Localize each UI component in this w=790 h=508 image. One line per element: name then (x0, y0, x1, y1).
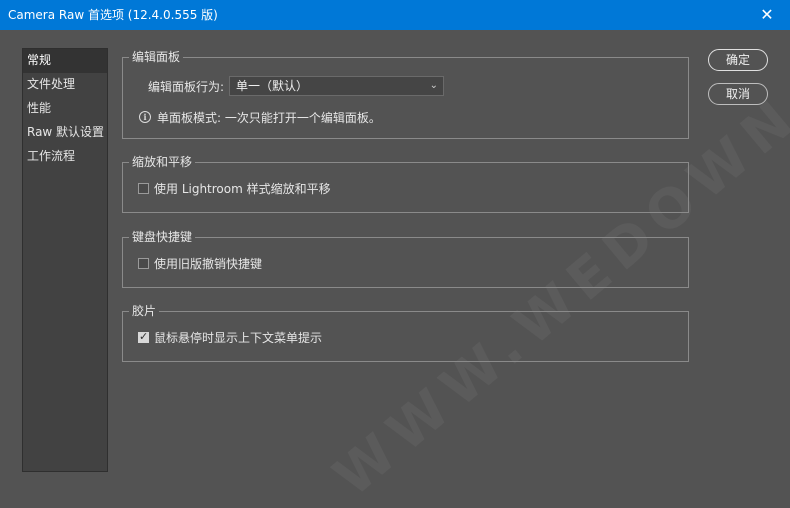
group-legend: 缩放和平移 (129, 154, 196, 170)
group-zoom-pan: 缩放和平移 使用 Lightroom 样式缩放和平移 (122, 154, 689, 213)
select-value: 单一（默认） (236, 79, 309, 93)
cancel-button[interactable]: 取消 (708, 83, 768, 105)
sidebar-item-raw-defaults[interactable]: Raw 默认设置 (23, 121, 107, 145)
chevron-down-icon: ⌄ (429, 80, 438, 91)
check-icon: ✓ (139, 330, 149, 343)
sidebar-item-file-handling[interactable]: 文件处理 (23, 73, 107, 97)
context-menu-hint-checkbox[interactable]: ✓ (138, 330, 149, 343)
group-editing-panel: 编辑面板 编辑面板行为: 单一（默认） ⌄ i 单面板模式: 一次只能打开一个编… (122, 49, 689, 139)
sidebar-item-workflow[interactable]: 工作流程 (23, 145, 107, 169)
sidebar: 常规 文件处理 性能 Raw 默认设置 工作流程 (22, 48, 108, 472)
info-text: 单面板模式: 一次只能打开一个编辑面板。 (157, 111, 381, 125)
lightroom-zoom-label: 使用 Lightroom 样式缩放和平移 (154, 182, 331, 196)
group-keyboard-shortcuts: 键盘快捷键 使用旧版撤销快捷键 (122, 229, 689, 288)
group-legend: 胶片 (129, 303, 160, 319)
lightroom-zoom-checkbox[interactable] (138, 183, 149, 194)
sidebar-item-performance[interactable]: 性能 (23, 97, 107, 121)
info-icon: i (139, 111, 151, 123)
editing-panel-behavior-label: 编辑面板行为: (148, 80, 225, 94)
group-filmstrip: 胶片 ✓ 鼠标悬停时显示上下文菜单提示 (122, 303, 689, 362)
ok-button[interactable]: 确定 (708, 49, 768, 71)
group-legend: 键盘快捷键 (129, 229, 196, 245)
context-menu-hint-label: 鼠标悬停时显示上下文菜单提示 (154, 331, 323, 345)
group-legend: 编辑面板 (129, 49, 184, 65)
editing-panel-behavior-select[interactable]: 单一（默认） ⌄ (229, 76, 444, 96)
window-title: Camera Raw 首选项 (12.4.0.555 版) (8, 8, 218, 22)
close-icon[interactable]: ✕ (744, 0, 790, 30)
sidebar-item-general[interactable]: 常规 (23, 49, 107, 73)
legacy-undo-label: 使用旧版撤销快捷键 (154, 257, 263, 271)
legacy-undo-checkbox[interactable] (138, 258, 149, 269)
title-bar: Camera Raw 首选项 (12.4.0.555 版) ✕ (0, 0, 790, 30)
